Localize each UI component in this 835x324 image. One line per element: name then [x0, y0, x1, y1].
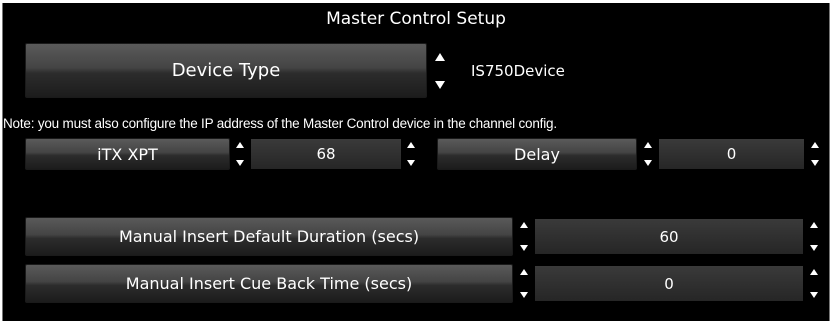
ip-config-note: Note: you must also configure the IP add…: [3, 116, 557, 131]
delay-spinner-right[interactable]: [807, 139, 823, 169]
up-arrow-icon[interactable]: [520, 222, 528, 228]
up-arrow-icon[interactable]: [644, 142, 652, 148]
down-arrow-icon[interactable]: [520, 245, 528, 251]
down-arrow-icon[interactable]: [810, 292, 818, 298]
up-arrow-icon[interactable]: [407, 142, 415, 148]
device-type-value: IS750Device: [451, 45, 826, 97]
up-arrow-icon[interactable]: [236, 142, 244, 148]
itx-xpt-button[interactable]: iTX XPT: [25, 138, 230, 170]
itx-xpt-value[interactable]: 68: [251, 139, 401, 169]
master-control-setup-panel: Master Control Setup Device Type IS750De…: [2, 3, 830, 321]
default-duration-spinner-right[interactable]: [806, 219, 822, 254]
down-arrow-icon[interactable]: [407, 160, 415, 166]
cue-back-time-spinner-left[interactable]: [516, 266, 532, 301]
down-arrow-icon[interactable]: [435, 81, 445, 89]
window-title: Master Control Setup: [326, 9, 506, 29]
down-arrow-icon[interactable]: [236, 160, 244, 166]
down-arrow-icon[interactable]: [810, 245, 818, 251]
delay-value[interactable]: 0: [659, 139, 804, 169]
delay-spinner-left[interactable]: [640, 139, 656, 169]
delay-button[interactable]: Delay: [437, 138, 637, 170]
up-arrow-icon[interactable]: [435, 53, 445, 61]
down-arrow-icon[interactable]: [644, 160, 652, 166]
up-arrow-icon[interactable]: [520, 269, 528, 275]
up-arrow-icon[interactable]: [811, 142, 819, 148]
default-duration-spinner-left[interactable]: [516, 219, 532, 254]
manual-insert-default-duration-button[interactable]: Manual Insert Default Duration (secs): [25, 217, 513, 256]
default-duration-value[interactable]: 60: [535, 219, 803, 254]
device-type-button[interactable]: Device Type: [25, 43, 427, 98]
manual-insert-cue-back-time-button[interactable]: Manual Insert Cue Back Time (secs): [25, 264, 513, 303]
up-arrow-icon[interactable]: [810, 269, 818, 275]
down-arrow-icon[interactable]: [520, 292, 528, 298]
itx-xpt-spinner-right[interactable]: [403, 139, 419, 169]
cue-back-time-value[interactable]: 0: [535, 266, 803, 301]
up-arrow-icon[interactable]: [810, 222, 818, 228]
down-arrow-icon[interactable]: [811, 160, 819, 166]
cue-back-time-spinner-right[interactable]: [806, 266, 822, 301]
device-type-spinner[interactable]: [431, 45, 449, 97]
itx-xpt-spinner-left[interactable]: [232, 139, 248, 169]
